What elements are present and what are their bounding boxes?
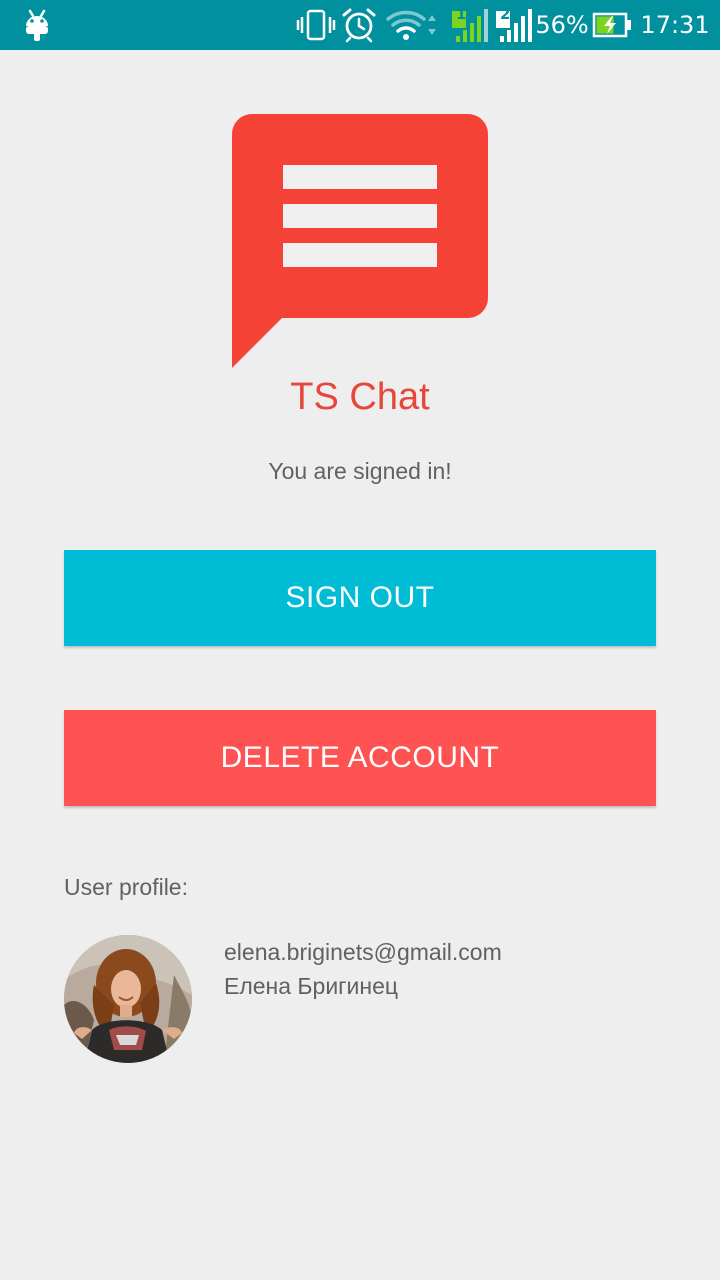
sign-out-button[interactable]: SIGN OUT <box>64 550 656 646</box>
chat-bubble-icon <box>230 112 490 372</box>
sim2-label: 2 <box>500 5 511 23</box>
android-debug-icon <box>20 0 54 50</box>
user-email: elena.briginets@gmail.com <box>224 939 502 965</box>
battery-charging-icon <box>590 0 634 50</box>
alarm-icon <box>340 0 378 50</box>
user-name: Елена Бригинец <box>224 973 399 999</box>
status-bar: 1 2 56% 17:31 <box>0 0 720 50</box>
clock: 17:31 <box>640 11 710 39</box>
clock-wrap: 17:31 <box>640 0 710 50</box>
battery-percent: 56% <box>535 11 589 39</box>
wifi-icon <box>386 0 442 50</box>
signed-in-message: You are signed in! <box>268 458 452 484</box>
sim1-label: 1 <box>456 5 467 23</box>
signal-sim2-icon: 2 <box>494 0 534 50</box>
delete-account-button[interactable]: DELETE ACCOUNT <box>64 710 656 806</box>
battery-percent-wrap: 56% <box>535 0 589 50</box>
user-profile-label: User profile: <box>64 874 188 900</box>
app-title: TS Chat <box>290 376 430 418</box>
signal-sim1-icon: 1 <box>450 0 490 50</box>
vibrate-icon <box>296 0 336 50</box>
user-avatar <box>64 935 192 1063</box>
